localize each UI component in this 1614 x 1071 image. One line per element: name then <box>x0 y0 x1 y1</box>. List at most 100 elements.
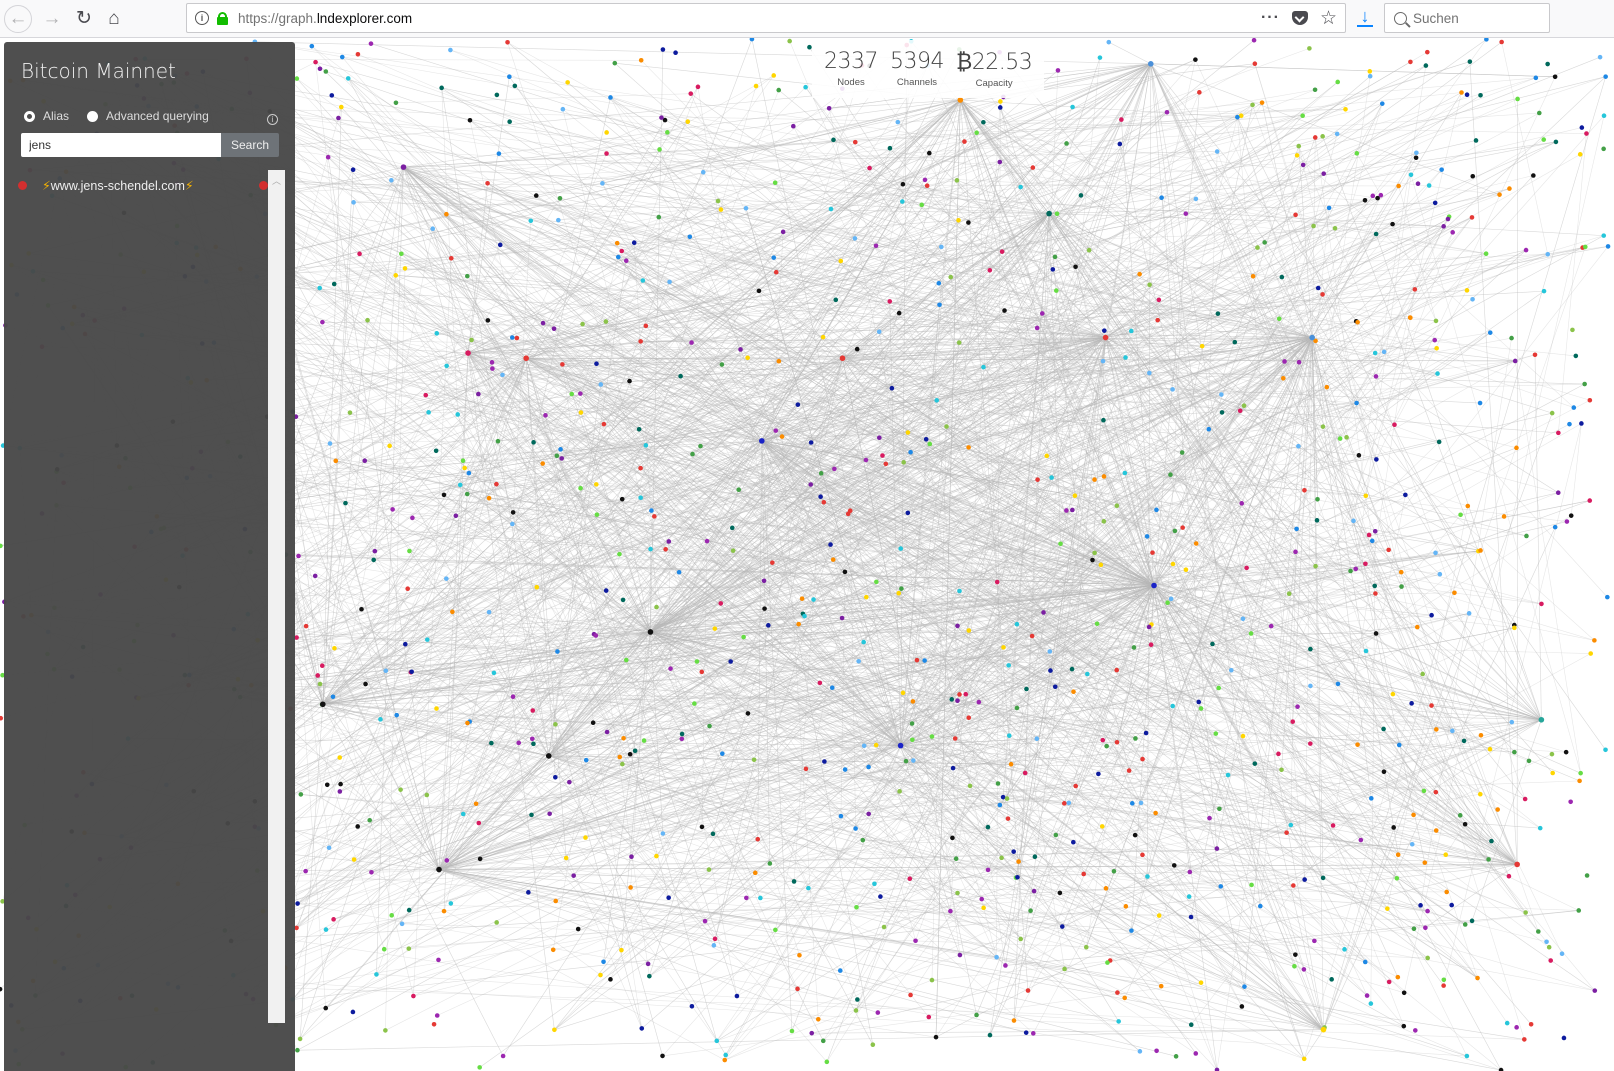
graph-node[interactable] <box>1432 337 1438 343</box>
graph-node[interactable] <box>1248 631 1254 636</box>
graph-node[interactable] <box>338 781 343 787</box>
graph-node[interactable] <box>929 734 935 739</box>
graph-node[interactable] <box>1577 152 1583 157</box>
graph-node[interactable] <box>1111 868 1117 874</box>
graph-node[interactable] <box>1094 621 1100 627</box>
graph-node[interactable] <box>818 494 823 500</box>
graph-node[interactable] <box>1443 852 1449 857</box>
graph-node[interactable] <box>933 1034 939 1040</box>
graph-node[interactable] <box>1186 894 1192 899</box>
graph-node[interactable] <box>981 905 986 911</box>
graph-node[interactable] <box>994 954 999 960</box>
graph-node[interactable] <box>1356 453 1362 458</box>
graph-node[interactable] <box>1509 719 1515 725</box>
graph-node[interactable] <box>838 813 844 819</box>
graph-node[interactable] <box>1390 691 1396 697</box>
graph-node[interactable] <box>1147 370 1152 376</box>
graph-node[interactable] <box>830 557 836 562</box>
graph-node[interactable] <box>808 482 814 487</box>
graph-node[interactable] <box>1601 146 1606 152</box>
graph-node[interactable] <box>895 119 901 125</box>
graph-node[interactable] <box>657 147 662 152</box>
graph-node[interactable] <box>1314 518 1320 523</box>
graph-node[interactable] <box>842 767 848 772</box>
graph-node[interactable] <box>1241 403 1247 409</box>
graph-node[interactable] <box>820 334 826 340</box>
graph-node[interactable] <box>1478 92 1483 98</box>
graph-node[interactable] <box>1458 512 1463 518</box>
graph-node[interactable] <box>1545 251 1551 257</box>
graph-node[interactable] <box>954 178 960 183</box>
graph-node[interactable] <box>476 391 481 397</box>
graph-node[interactable] <box>1537 825 1543 831</box>
graph-node[interactable] <box>1070 104 1075 110</box>
graph-node[interactable] <box>1459 90 1464 95</box>
graph-node[interactable] <box>371 557 377 563</box>
graph-node[interactable] <box>856 658 861 664</box>
graph-node[interactable] <box>648 546 653 552</box>
graph-node[interactable] <box>1090 557 1095 563</box>
graph-node[interactable] <box>578 485 583 491</box>
graph-node[interactable] <box>1464 288 1470 293</box>
graph-node[interactable] <box>1214 846 1220 851</box>
graph-node[interactable] <box>339 104 344 110</box>
graph-node[interactable] <box>1008 761 1014 767</box>
graph-node[interactable] <box>728 659 733 664</box>
graph-node[interactable] <box>507 119 512 124</box>
graph-node[interactable] <box>1478 548 1483 553</box>
graph-node[interactable] <box>900 199 905 204</box>
graph-node[interactable] <box>641 738 647 743</box>
graph-node[interactable] <box>1002 308 1007 313</box>
graph-node[interactable] <box>1062 966 1067 972</box>
graph-node[interactable] <box>1240 733 1246 739</box>
graph-node[interactable] <box>339 54 345 60</box>
graph-node[interactable] <box>1225 772 1231 778</box>
graph-node[interactable] <box>323 1005 329 1011</box>
graph-node[interactable] <box>1415 181 1421 186</box>
graph-node[interactable] <box>1514 1025 1519 1030</box>
graph-node[interactable] <box>540 320 546 326</box>
graph-node[interactable] <box>957 588 962 594</box>
graph-node[interactable] <box>638 57 644 63</box>
graph-node[interactable] <box>530 708 536 713</box>
graph-node[interactable] <box>510 510 516 515</box>
graph-node[interactable] <box>1450 230 1455 235</box>
graph-node[interactable] <box>929 977 935 983</box>
graph-node[interactable] <box>1148 642 1154 648</box>
graph-node[interactable] <box>1343 106 1348 112</box>
graph-node[interactable] <box>1386 979 1392 985</box>
graph-node[interactable] <box>303 868 308 874</box>
graph-node[interactable] <box>1081 871 1086 877</box>
graph-node[interactable] <box>897 789 902 794</box>
graph-node[interactable] <box>619 248 625 254</box>
graph-node[interactable] <box>0 715 4 721</box>
graph-node[interactable] <box>439 85 444 91</box>
graph-node[interactable] <box>1198 706 1204 711</box>
graph-node[interactable] <box>431 1021 437 1027</box>
graph-node[interactable] <box>1499 39 1504 45</box>
graph-node[interactable] <box>745 355 750 361</box>
graph-node[interactable] <box>1053 288 1059 293</box>
graph-node[interactable] <box>1539 601 1544 607</box>
graph-node[interactable] <box>699 824 705 830</box>
graph-node[interactable] <box>861 743 867 749</box>
graph-node[interactable] <box>1592 638 1597 643</box>
graph-node[interactable] <box>1467 59 1473 64</box>
graph-node[interactable] <box>1003 963 1008 968</box>
graph-node[interactable] <box>1603 74 1608 79</box>
graph-node[interactable] <box>623 657 629 663</box>
graph-node[interactable] <box>909 721 915 726</box>
graph-node[interactable] <box>694 659 700 664</box>
graph-node[interactable] <box>457 482 463 488</box>
graph-node[interactable] <box>534 584 540 590</box>
graph-node[interactable] <box>345 76 351 81</box>
graph-node[interactable] <box>1549 751 1555 757</box>
graph-node[interactable] <box>355 824 360 829</box>
graph-node[interactable] <box>1394 875 1400 881</box>
graph-node[interactable] <box>1466 611 1472 616</box>
graph-node[interactable] <box>842 569 848 575</box>
graph-node[interactable] <box>901 460 906 465</box>
graph-node[interactable] <box>976 699 982 705</box>
graph-node[interactable] <box>889 385 895 391</box>
graph-node[interactable] <box>987 268 993 273</box>
